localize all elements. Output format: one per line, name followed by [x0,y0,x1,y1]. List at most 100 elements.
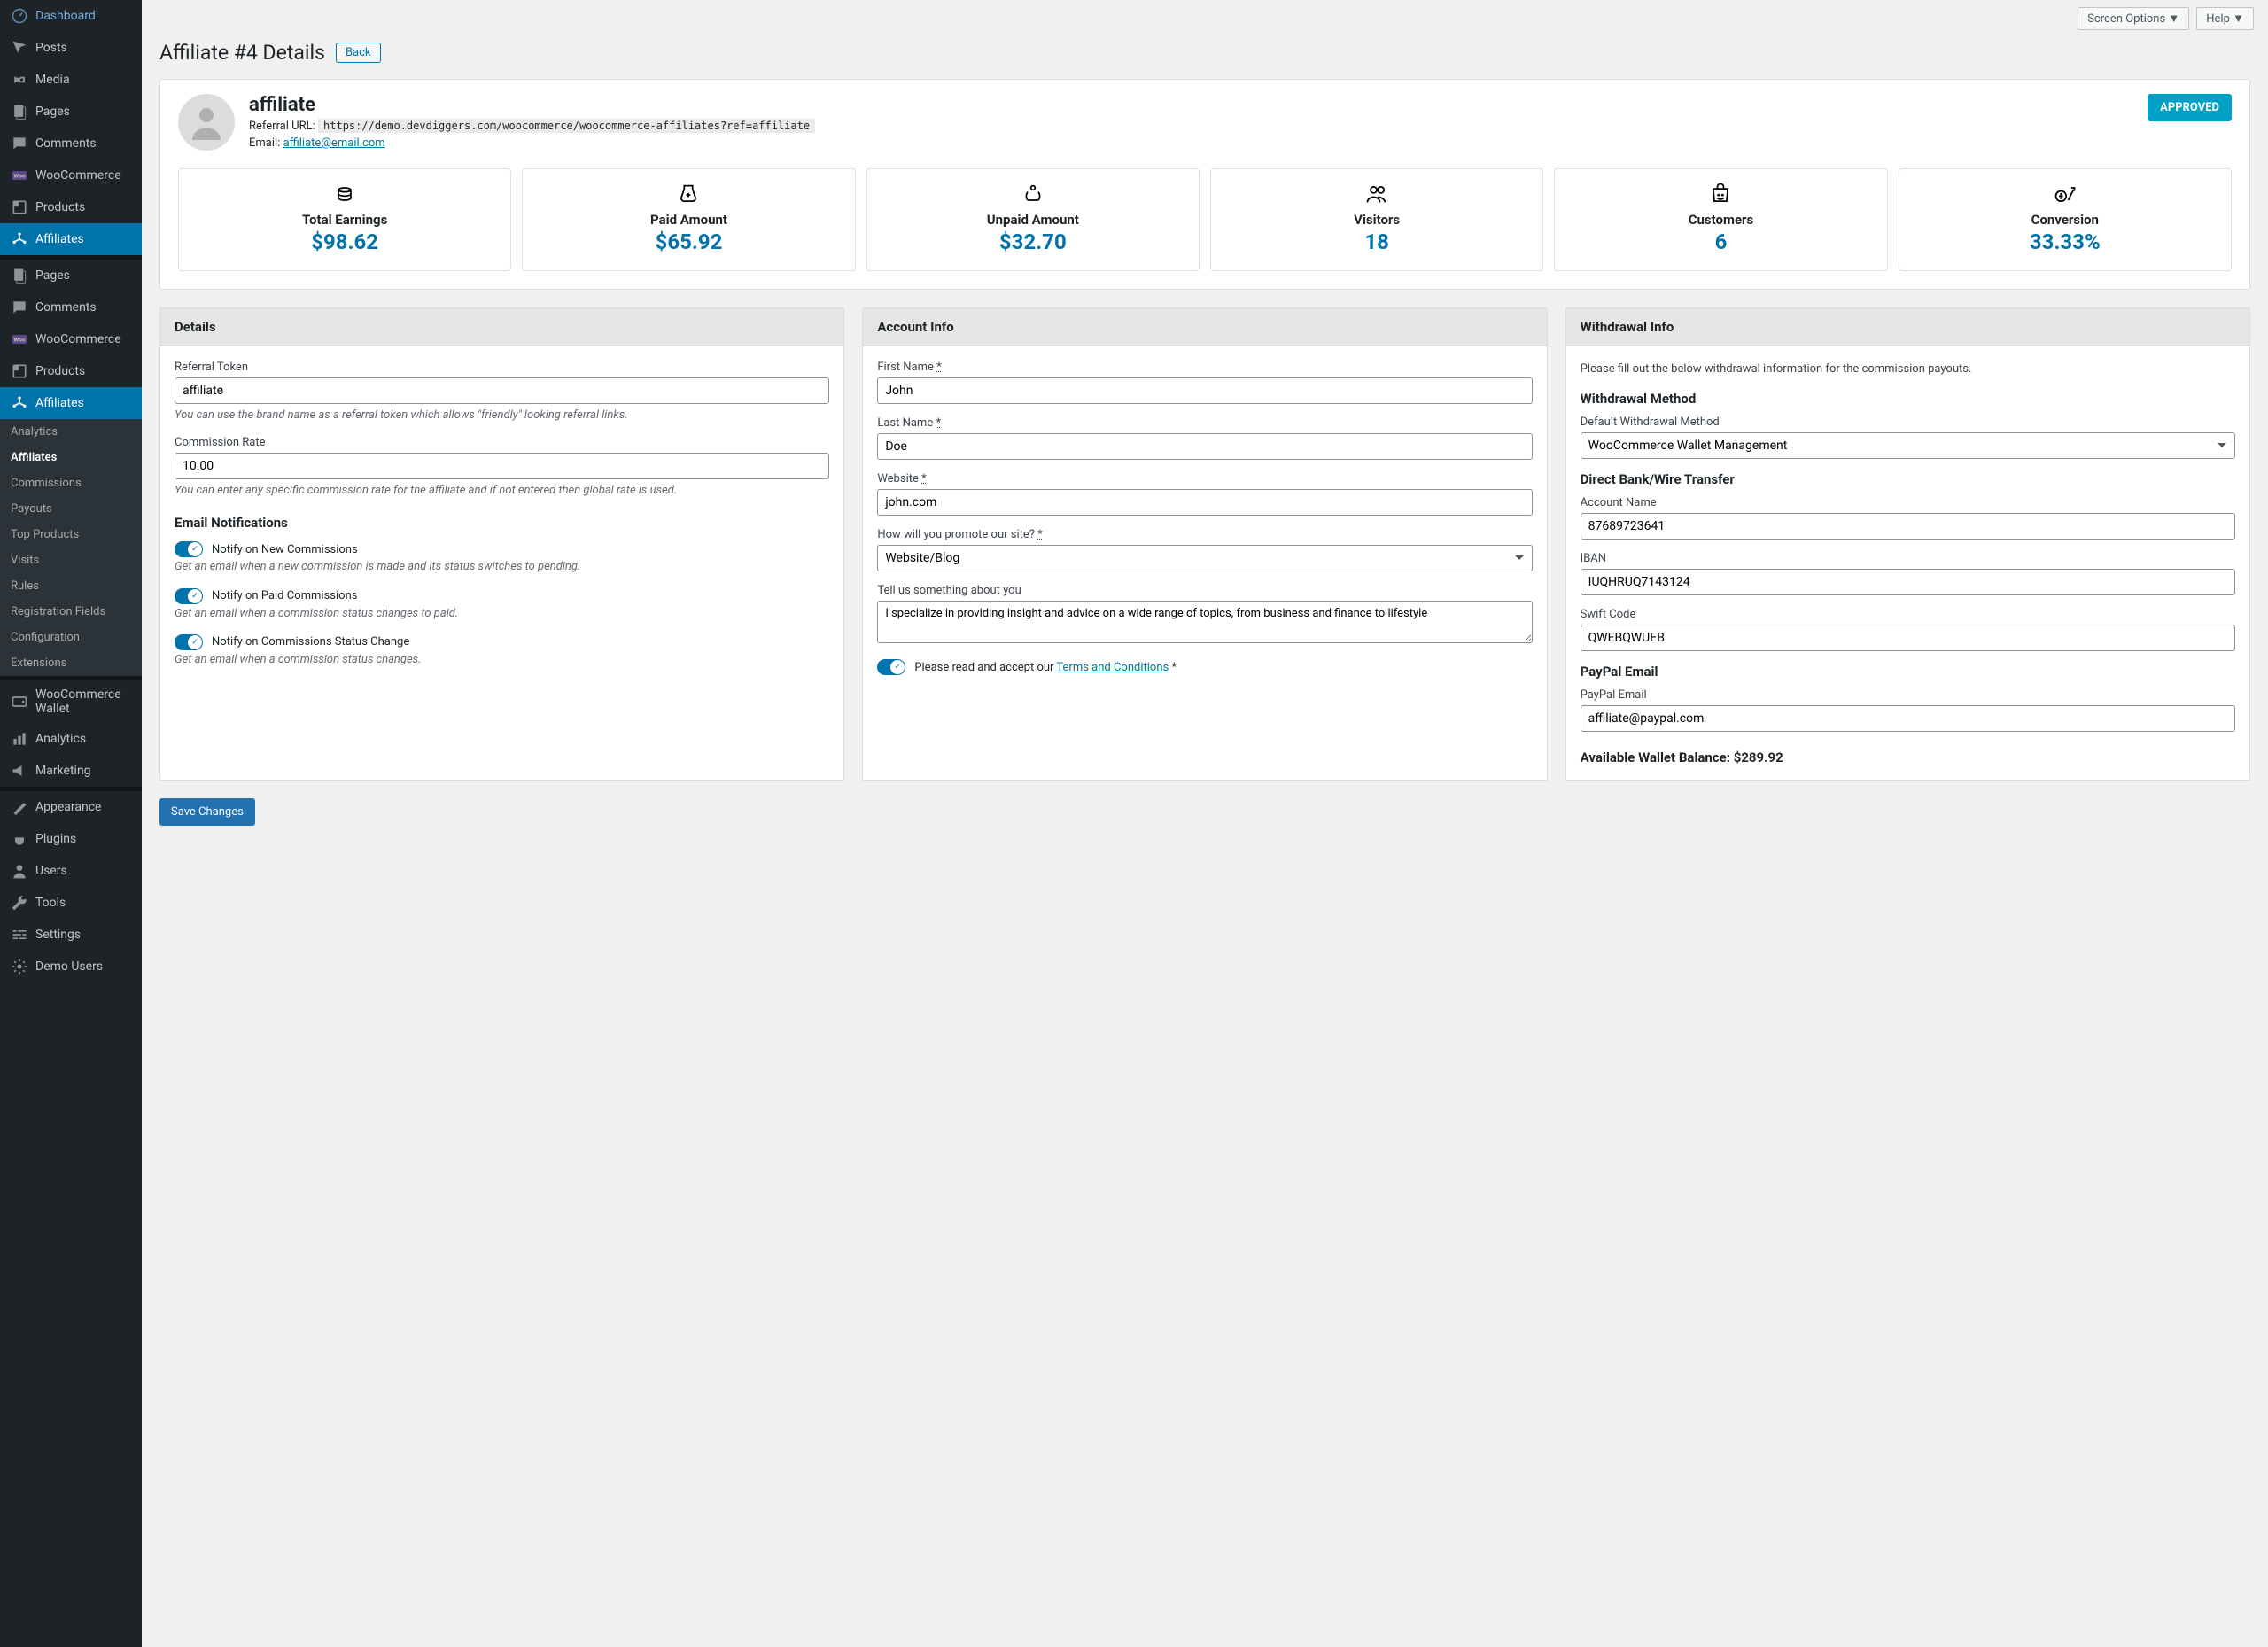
toggle-terms[interactable] [877,659,905,675]
stat-value: 18 [1220,229,1534,254]
sidebar-item-label: Pages [35,105,70,119]
last-name-input[interactable] [877,433,1532,460]
sidebar-item-pages[interactable]: Pages [0,96,142,128]
toggle-paid-commissions[interactable] [175,588,203,604]
tools-icon [11,894,28,912]
referral-token-input[interactable] [175,377,829,404]
sidebar-sub-visits[interactable]: Visits [0,548,142,573]
sidebar-item-affiliates[interactable]: Affiliates [0,223,142,255]
sidebar-item-comments[interactable]: Comments [0,128,142,159]
sidebar-item-woocommerce-wallet[interactable]: WooCommerce Wallet [0,680,142,723]
svg-text:Woo: Woo [13,173,25,180]
notify-new-label: Notify on New Commissions [212,543,358,556]
stat-icon [188,182,501,206]
promote-select[interactable]: Website/Blog [877,545,1532,571]
sidebar-sub-payouts[interactable]: Payouts [0,496,142,522]
first-name-label: First Name * [877,361,1532,374]
sidebar-item-tools[interactable]: Tools [0,887,142,919]
sidebar-sub-top-products[interactable]: Top Products [0,522,142,548]
paypal-email-input[interactable] [1581,705,2235,732]
details-panel: Details Referral Token You can use the b… [159,307,844,781]
appearance-icon [11,798,28,816]
account-info-header: Account Info [863,308,1546,346]
sidebar-item-appearance[interactable]: Appearance [0,791,142,823]
sidebar-item-plugins[interactable]: Plugins [0,823,142,855]
account-name-label: Account Name [1581,496,2235,509]
save-changes-button[interactable]: Save Changes [159,798,255,826]
sidebar-item-demo-users[interactable]: Demo Users [0,951,142,983]
status-badge: APPROVED [2148,94,2232,121]
iban-label: IBAN [1581,552,2235,565]
notify-paid-help: Get an email when a commission status ch… [175,606,829,622]
sidebar-item-settings[interactable]: Settings [0,919,142,951]
sidebar-item-label: Demo Users [35,959,103,974]
first-name-input[interactable] [877,377,1532,404]
back-button[interactable]: Back [336,43,381,63]
analytics-icon [11,730,28,748]
referral-token-label: Referral Token [175,361,829,374]
terms-link[interactable]: Terms and Conditions [1056,661,1169,674]
sidebar-sub-analytics[interactable]: Analytics [0,419,142,445]
screen-options-button[interactable]: Screen Options ▼ [2078,7,2189,30]
iban-input[interactable] [1581,569,2235,595]
withdrawal-info-panel: Withdrawal Info Please fill out the belo… [1565,307,2250,781]
sidebar-item-posts[interactable]: Posts [0,32,142,64]
page-title: Affiliate #4 Details [159,41,325,65]
sidebar-sub-extensions[interactable]: Extensions [0,650,142,676]
sidebar-item-marketing[interactable]: Marketing [0,755,142,787]
referral-url-label: Referral URL: [249,120,315,133]
demo-icon [11,958,28,975]
pages-icon [11,267,28,284]
email-label: Email: [249,136,280,150]
toggle-status-change[interactable] [175,634,203,650]
sidebar-item-products[interactable]: Products [0,191,142,223]
stat-icon [1220,182,1534,206]
bank-transfer-heading: Direct Bank/Wire Transfer [1581,471,2235,487]
sidebar-item-media[interactable]: Media [0,64,142,96]
default-method-select[interactable]: WooCommerce Wallet Management [1581,432,2235,459]
plugins-icon [11,830,28,848]
users-icon [11,862,28,880]
toggle-new-commissions[interactable] [175,541,203,557]
stat-label: Paid Amount [532,212,845,228]
stat-label: Visitors [1220,212,1534,228]
commission-rate-input[interactable] [175,453,829,479]
account-name-input[interactable] [1581,513,2235,540]
sidebar-sub-configuration[interactable]: Configuration [0,625,142,650]
sidebar-sub-rules[interactable]: Rules [0,573,142,599]
sidebar-item-label: Comments [35,300,97,315]
posts-icon [11,39,28,57]
marketing-icon [11,762,28,780]
notify-status-label: Notify on Commissions Status Change [212,635,409,649]
stat-visitors: Visitors18 [1210,168,1543,271]
sidebar-item-label: Comments [35,136,97,151]
swift-input[interactable] [1581,625,2235,651]
products-icon [11,362,28,380]
sidebar-item-woocommerce[interactable]: Woo WooCommerce [0,159,142,191]
about-textarea[interactable]: I specialize in providing insight and ad… [877,601,1532,643]
sidebar-item-dashboard[interactable]: Dashboard [0,0,142,32]
sidebar-item-affiliates[interactable]: Affiliates [0,387,142,419]
sidebar-item-woocommerce[interactable]: WooWooCommerce [0,323,142,355]
stat-value: 6 [1564,229,1877,254]
sidebar-item-analytics[interactable]: Analytics [0,723,142,755]
sidebar-item-label: WooCommerce [35,168,121,183]
stats-row: Total Earnings$98.62Paid Amount$65.92Unp… [178,168,2232,271]
sidebar-item-comments[interactable]: Comments [0,291,142,323]
help-button[interactable]: Help ▼ [2196,7,2254,30]
website-input[interactable] [877,489,1532,516]
sidebar-item-products[interactable]: Products [0,355,142,387]
sidebar-item-pages[interactable]: Pages [0,260,142,291]
sidebar-sub-affiliates[interactable]: Affiliates [0,445,142,470]
media-icon [11,71,28,89]
sidebar-item-users[interactable]: Users [0,855,142,887]
admin-sidebar: DashboardPostsMedia Pages Comments Woo WooCo… [0,0,142,1647]
affiliate-email-link[interactable]: affiliate@email.com [284,136,385,150]
woo-icon: Woo [11,167,28,184]
stat-total-earnings: Total Earnings$98.62 [178,168,511,271]
products-icon [11,198,28,216]
sidebar-sub-registration-fields[interactable]: Registration Fields [0,599,142,625]
sidebar-sub-commissions[interactable]: Commissions [0,470,142,496]
wallet-balance: Available Wallet Balance: $289.92 [1581,750,2235,765]
comments-icon [11,135,28,152]
